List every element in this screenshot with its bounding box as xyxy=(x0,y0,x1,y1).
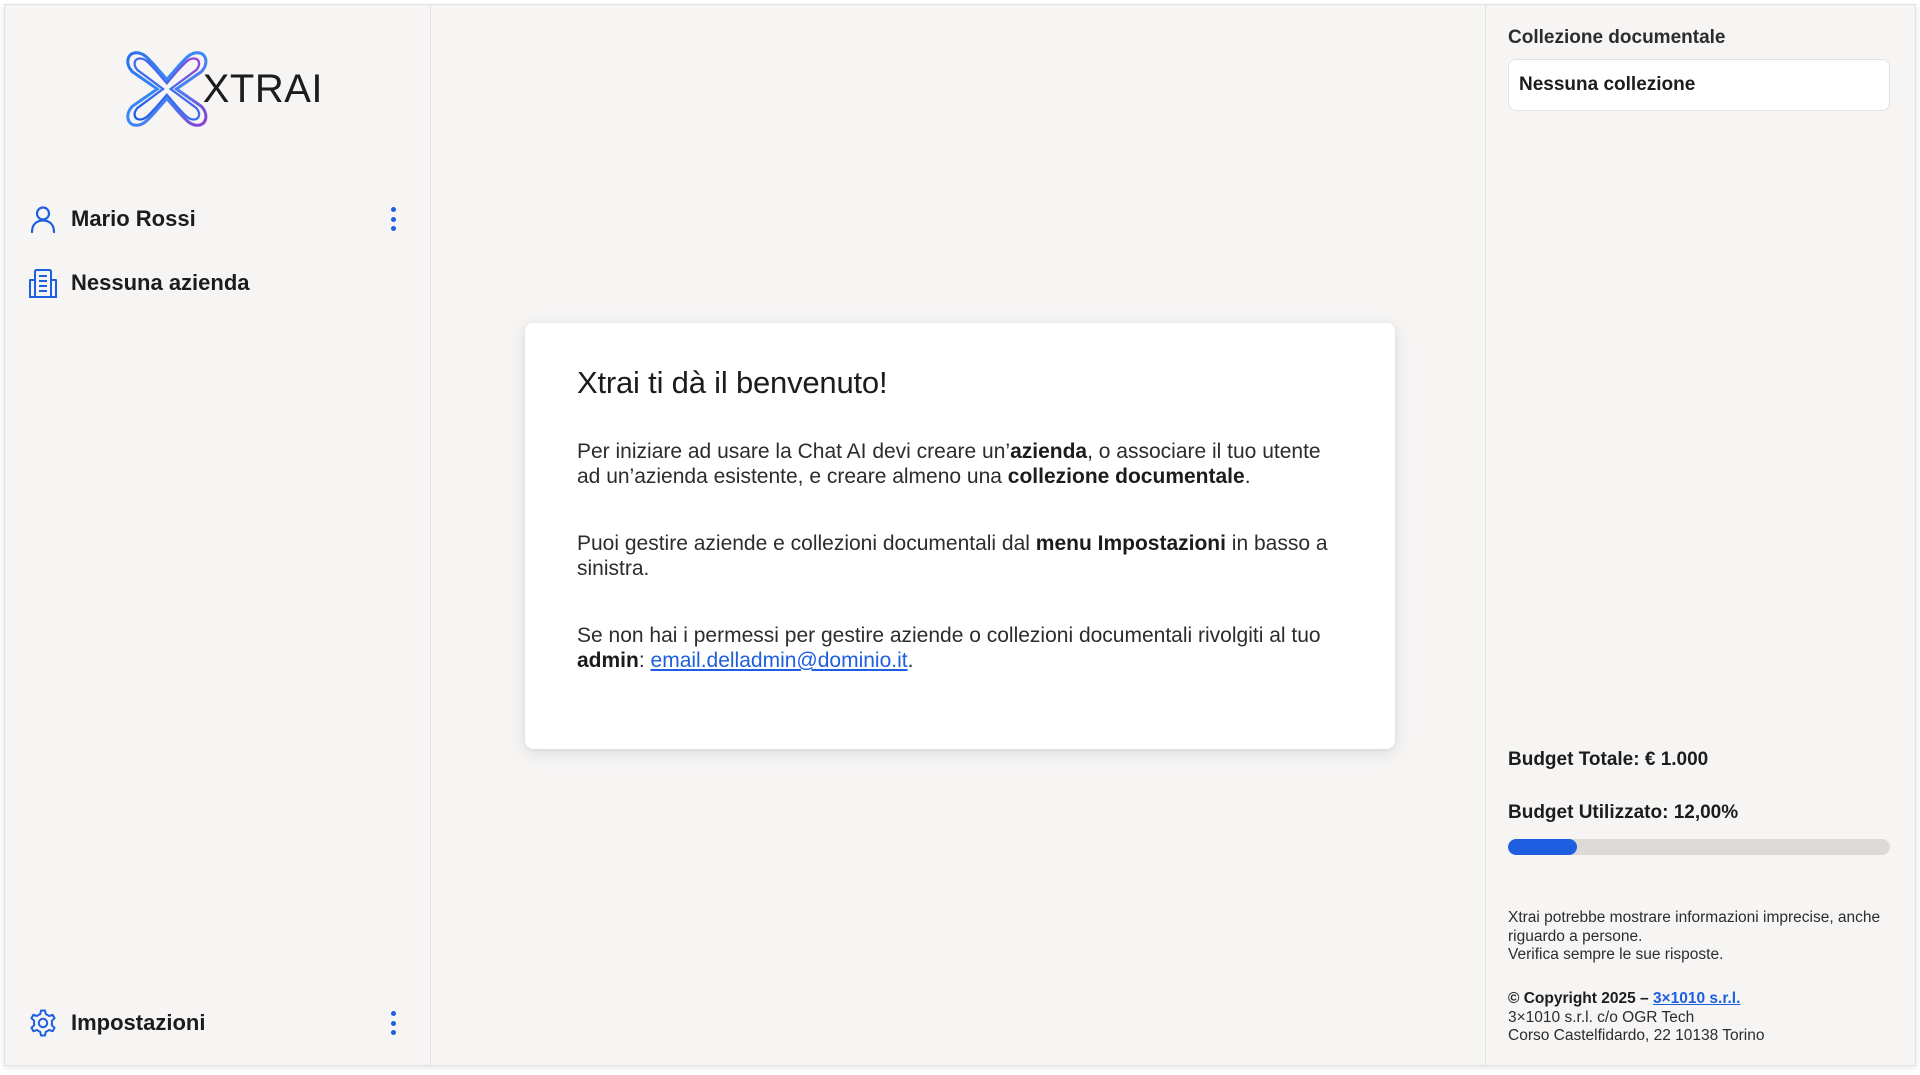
budget-progress-fill xyxy=(1508,839,1577,855)
right-panel: Collezione documentale Nessuna collezion… xyxy=(1485,5,1915,1065)
building-icon xyxy=(27,267,59,299)
admin-email-link[interactable]: email.delladmin@dominio.it xyxy=(651,649,908,672)
text: Per iniziare ad usare la Chat AI devi cr… xyxy=(577,440,1011,463)
collection-value: Nessuna collezione xyxy=(1519,74,1696,95)
emphasis-admin: admin xyxy=(577,649,639,672)
text: . xyxy=(907,649,914,672)
welcome-paragraph-2: Puoi gestire aziende e collezioni docume… xyxy=(577,531,1343,581)
welcome-card: Xtrai ti dà il benvenuto! Per iniziare a… xyxy=(525,323,1395,749)
settings-more-icon[interactable] xyxy=(383,1009,403,1037)
budget-progress-bar xyxy=(1508,839,1890,855)
user-menu[interactable]: Mario Rossi xyxy=(27,199,411,239)
x-logo-icon xyxy=(126,51,208,127)
welcome-title: Xtrai ti dà il benvenuto! xyxy=(577,365,888,400)
text: : xyxy=(638,649,651,672)
disclaimer-line-2: Verifica sempre le sue risposte. xyxy=(1508,946,1724,963)
budget-used: Budget Utilizzato: 12,00% xyxy=(1508,802,1739,823)
main-area: Xtrai ti dà il benvenuto! Per iniziare a… xyxy=(431,5,1485,1065)
collection-select[interactable]: Nessuna collezione xyxy=(1508,59,1890,111)
budget-total: Budget Totale: € 1.000 xyxy=(1508,749,1709,770)
user-icon xyxy=(27,203,59,235)
address-line-1: 3×1010 s.r.l. c/o OGR Tech xyxy=(1508,1008,1695,1026)
sidebar: XTRAI Mario Rossi Nessuna azienda Impost… xyxy=(5,5,431,1065)
copyright-prefix: © Copyright 2025 – xyxy=(1508,990,1653,1007)
gear-icon xyxy=(27,1007,59,1039)
welcome-paragraph-1: Per iniziare ad usare la Chat AI devi cr… xyxy=(577,439,1343,489)
text: Puoi gestire aziende e collezioni docume… xyxy=(577,532,1036,555)
collection-label: Collezione documentale xyxy=(1508,27,1726,48)
app-window: XTRAI Mario Rossi Nessuna azienda Impost… xyxy=(4,4,1916,1066)
welcome-paragraph-3: Se non hai i permessi per gestire aziend… xyxy=(577,623,1343,673)
company-name: Nessuna azienda xyxy=(71,270,250,295)
xtrai-logo: XTRAI xyxy=(123,39,323,139)
text: Se non hai i permessi per gestire aziend… xyxy=(577,624,1321,647)
company-link[interactable]: 3×1010 s.r.l. xyxy=(1653,990,1740,1007)
settings-menu[interactable]: Impostazioni xyxy=(27,1003,411,1043)
address-line-2: Corso Castelfidardo, 22 10138 Torino xyxy=(1508,1027,1765,1044)
copyright: © Copyright 2025 – 3×1010 s.r.l. 3×1010 … xyxy=(1508,990,1898,1046)
user-more-icon[interactable] xyxy=(383,205,403,233)
text: . xyxy=(1244,465,1251,488)
settings-label: Impostazioni xyxy=(71,1010,206,1035)
company-selector[interactable]: Nessuna azienda xyxy=(27,263,411,303)
disclaimer: Xtrai potrebbe mostrare informazioni imp… xyxy=(1508,909,1898,965)
logo-text: XTRAI xyxy=(202,66,323,111)
disclaimer-line-1: Xtrai potrebbe mostrare informazioni imp… xyxy=(1508,909,1881,945)
emphasis-menu: menu Impostazioni xyxy=(1035,532,1226,555)
emphasis-azienda: azienda xyxy=(1010,440,1088,463)
user-name: Mario Rossi xyxy=(71,206,196,231)
emphasis-collezione: collezione documentale xyxy=(1007,465,1245,488)
